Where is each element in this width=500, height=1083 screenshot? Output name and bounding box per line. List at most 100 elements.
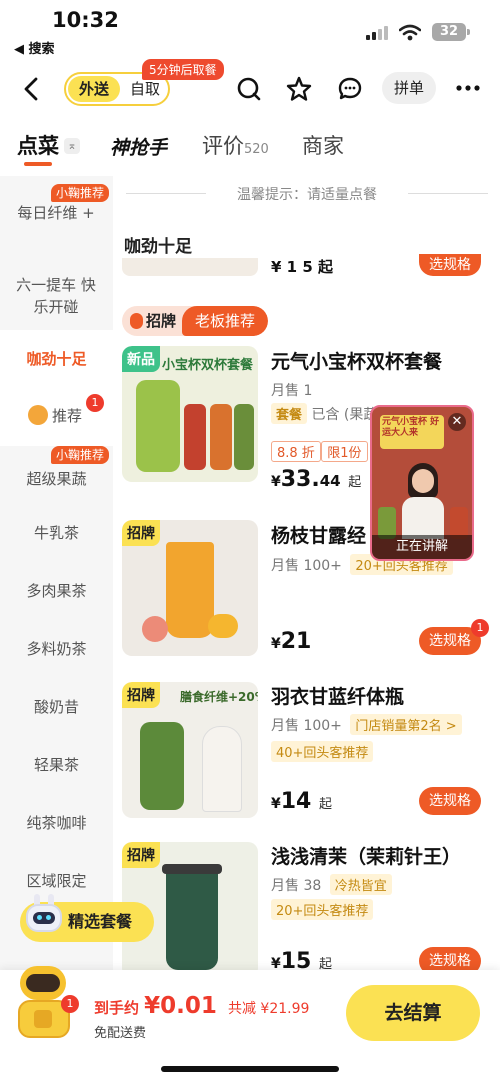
section-title: 咖劲十足 <box>124 237 192 257</box>
search-icon[interactable] <box>236 76 262 102</box>
sidebar-tag: 小鞠推荐 <box>50 446 109 464</box>
sidebar-item-coffee[interactable]: 咖劲十足 <box>0 330 113 388</box>
signature-section-label: 招牌 老板推荐 <box>122 306 268 336</box>
product-chips: 套餐 已含 (果蔬 <box>267 403 377 424</box>
flame-icon <box>130 313 143 329</box>
cellular-signal-icon <box>366 26 390 40</box>
sidebar-item-label: 推荐 <box>52 407 83 425</box>
group-order-button[interactable]: 拼单 <box>382 72 436 104</box>
home-indicator[interactable] <box>161 1066 339 1072</box>
grapefruit-shape <box>142 616 168 642</box>
sidebar-item-super-veggie[interactable]: 小鞠推荐 超级果蔬 <box>0 446 113 504</box>
sidebar-item-fruit-tea[interactable]: 多肉果茶 <box>0 562 113 620</box>
product-sales: 月售 100+ <box>271 718 342 734</box>
bottle-shape <box>140 722 184 810</box>
wifi-icon <box>399 24 421 41</box>
product-name[interactable]: 元气小宝杯双杯套餐 <box>271 347 442 374</box>
sidebar-item-recommended[interactable]: 推荐 1 <box>0 388 113 446</box>
product-name[interactable]: 羽衣甘蓝纤体瓶 <box>271 682 404 709</box>
recommend-icon <box>28 405 48 425</box>
discount-chip: 8.8 折 <box>271 441 321 462</box>
cart-price-row: 到手约 ¥0.01 共减 ¥21.99 <box>94 993 309 1019</box>
sidebar-item-children-day[interactable]: 六一提车 快乐开碰 <box>0 262 113 330</box>
product-sales-row: 月售 38 冷热皆宜 <box>271 874 392 895</box>
bottle-shape <box>210 404 232 470</box>
thumb-caption: 小宝杯双杯套餐 <box>162 358 254 373</box>
sidebar-item-label: 每日纤维 + <box>17 204 95 222</box>
repeat-customer-chip: 20+回头客推荐 <box>271 899 374 920</box>
bottle-shape <box>136 380 180 472</box>
divider <box>408 193 488 194</box>
thumb-caption: 膳食纤维+20% <box>180 690 258 704</box>
sidebar-item-milk-tea[interactable]: 牛乳茶 <box>0 504 113 562</box>
host-face-shape <box>412 469 434 493</box>
product-sales: 月售 100+ <box>271 558 342 574</box>
signature-tag: 招牌 <box>122 520 160 546</box>
choose-spec-button-partial[interactable]: 选规格 <box>419 254 481 276</box>
tab-collapse-icon[interactable]: ⌅ <box>64 138 80 154</box>
cup-lid-shape <box>162 864 222 874</box>
checkout-button[interactable]: 去结算 <box>346 985 480 1041</box>
currency: ¥ <box>271 636 281 652</box>
product-chip-row: 40+回头客推荐 <box>267 741 374 762</box>
product-image[interactable]: 膳食纤维+20% 招牌 <box>122 682 258 818</box>
product-price: ¥21 <box>271 629 311 654</box>
cart-price: ¥0.01 <box>144 993 217 1019</box>
promo-chips: 8.8 折 限1份 <box>271 441 368 462</box>
sidebar-item-label: 超级果蔬 <box>26 470 87 488</box>
price-cents: 44 <box>319 472 341 490</box>
delivery-fee: 免配送费 <box>94 1026 147 1041</box>
sidebar-item-tea-coffee[interactable]: 纯茶咖啡 <box>0 794 113 852</box>
tab-reviews[interactable]: 评价520 <box>202 130 269 160</box>
mango-shape <box>208 614 238 638</box>
tab-merchant[interactable]: 商家 <box>302 130 344 160</box>
model-shape <box>202 726 242 812</box>
category-sidebar: 小鞠推荐 每日纤维 + 六一提车 快乐开碰 咖劲十足 推荐 1 小鞠推荐 超级果… <box>0 176 113 976</box>
close-icon[interactable]: ✕ <box>448 413 466 431</box>
sidebar-item-light-tea[interactable]: 轻果茶 <box>0 736 113 794</box>
tip-text: 温馨提示：请适量点餐 <box>237 187 377 203</box>
price-unit: 起 <box>319 797 333 812</box>
signature-tag: 招牌 <box>122 682 160 708</box>
signature-label: 招牌 <box>122 306 186 336</box>
sidebar-item-topping-tea[interactable]: 多料奶茶 <box>0 620 113 678</box>
signature-tag: 招牌 <box>122 842 160 868</box>
more-options-icon[interactable] <box>456 84 480 92</box>
new-tag: 新品 <box>122 346 160 372</box>
message-icon[interactable] <box>337 76 363 102</box>
sidebar-item-yogurt[interactable]: 酸奶昔 <box>0 678 113 736</box>
live-banner: 元气小宝杯 好运大人来 <box>380 415 444 449</box>
product-name[interactable]: 杨枝甘露经 <box>271 521 366 548</box>
product-sales: 月售 38 <box>271 878 322 894</box>
product-image[interactable]: 小宝杯双杯套餐 新品 <box>122 346 258 482</box>
boss-pick-label: 老板推荐 <box>182 306 268 336</box>
favorite-star-icon[interactable] <box>285 75 313 103</box>
product-price: ¥14 起 <box>271 789 332 814</box>
price-label: 到手约 <box>94 999 140 1017</box>
repeat-customer-chip: 40+回头客推荐 <box>271 741 374 762</box>
price-unit: 起 <box>348 475 362 490</box>
sidebar-tag: 小鞠推荐 <box>50 184 109 202</box>
live-stream-window[interactable]: 元气小宝杯 好运大人来 ✕ 正在讲解 <box>370 405 474 561</box>
choose-spec-button[interactable]: 选规格 <box>419 787 481 815</box>
back-to-search-link[interactable]: ◀ 搜索 <box>14 38 55 57</box>
cart-count-badge: 1 <box>61 995 79 1013</box>
currency: ¥ <box>271 474 281 490</box>
currency: ¥ <box>271 796 281 812</box>
tab-order[interactable]: 点菜 <box>17 130 59 160</box>
mode-delivery[interactable]: 外送 <box>68 76 120 102</box>
product-name[interactable]: 浅浅清茉（茉莉针王） <box>271 842 461 869</box>
product-sales: 月售 1 <box>271 383 313 399</box>
tab-brand-deals[interactable]: 神抢手 <box>110 133 167 160</box>
tab-reviews-count: 520 <box>244 142 269 157</box>
back-arrow-icon[interactable] <box>22 76 40 102</box>
product-price: ¥33.44 起 <box>271 467 361 492</box>
bottle-shape <box>184 404 206 470</box>
mascot-icon <box>24 894 64 940</box>
battery-icon: 32 <box>432 23 466 41</box>
hot-cold-chip: 冷热皆宜 <box>329 874 392 895</box>
cup-shape <box>166 542 214 638</box>
price-value: 33. <box>280 467 320 492</box>
product-chip-row: 20+回头客推荐 <box>267 899 374 920</box>
product-image[interactable]: 招牌 <box>122 520 258 656</box>
